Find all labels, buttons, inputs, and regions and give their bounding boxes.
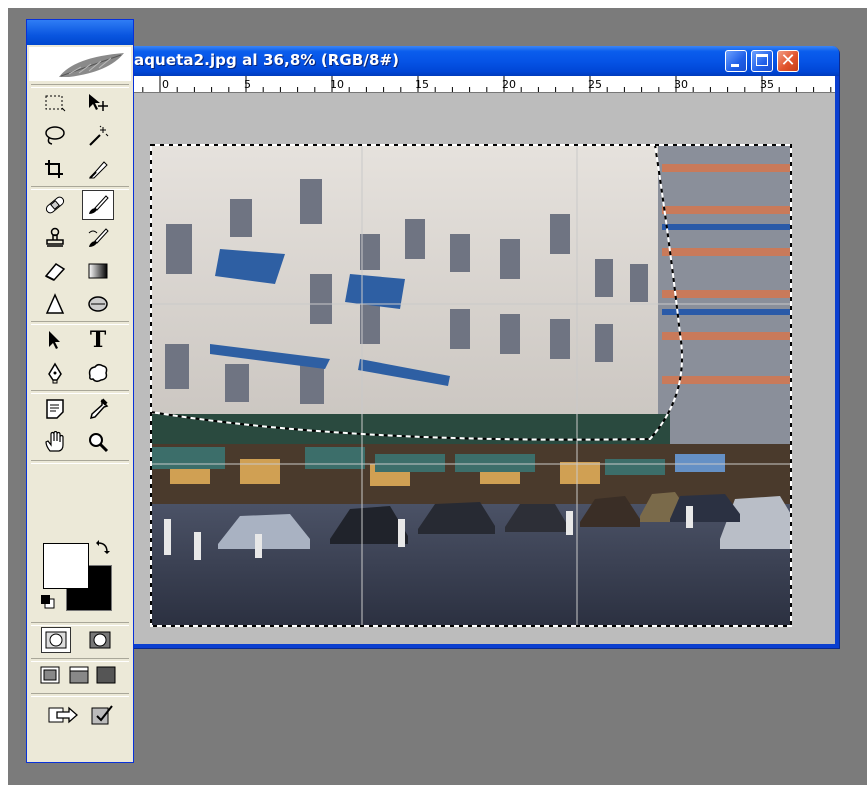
ruler-label-0: 0 <box>162 78 169 91</box>
swap-colors-icon[interactable] <box>95 540 111 556</box>
brush-tool[interactable] <box>82 190 114 220</box>
canvas-photo[interactable] <box>150 144 792 627</box>
type-tool-icon: T <box>89 327 107 353</box>
crop-tool[interactable] <box>39 154 71 184</box>
clone-stamp-tool-icon <box>46 227 64 247</box>
standard-screen-mode-icon <box>40 666 60 684</box>
lasso-tool-icon <box>45 126 65 145</box>
toolbox-separator <box>31 460 129 464</box>
default-colors-icon[interactable] <box>40 594 56 610</box>
ruler-label-35: 35 <box>760 78 774 91</box>
gradient-tool-icon <box>88 263 108 279</box>
slice-tool[interactable] <box>82 154 114 184</box>
lasso-tool[interactable] <box>39 121 71 151</box>
path-selection-tool-icon <box>49 331 60 349</box>
crop-tool-icon <box>45 160 63 178</box>
healing-brush-tool[interactable] <box>39 190 71 220</box>
jump-to-imageready-icon <box>48 706 78 724</box>
eyedropper-tool[interactable] <box>82 394 114 424</box>
quick-mask-mode-button[interactable] <box>85 627 115 653</box>
eraser-tool[interactable] <box>39 256 71 286</box>
standard-mode-button[interactable] <box>41 627 71 653</box>
document-window[interactable]: aqueta2.jpg al 36,8% (RGB/8#) ✕ 0 5 10 1… <box>127 46 839 648</box>
file-browser-icon <box>91 705 113 725</box>
horizontal-ruler[interactable]: 0 5 10 15 20 25 30 35 <box>131 76 835 93</box>
zoom-tool-icon <box>89 433 109 453</box>
rectangular-marquee-tool-icon <box>45 95 66 112</box>
healing-brush-tool-icon <box>45 196 65 214</box>
ruler-label-5: 5 <box>244 78 251 91</box>
rectangular-marquee-tool[interactable] <box>39 88 71 118</box>
history-brush-tool-icon <box>88 228 109 247</box>
dodge-tool[interactable] <box>82 289 114 319</box>
slice-tool-icon <box>88 161 108 179</box>
clone-stamp-tool[interactable] <box>39 223 71 253</box>
standard-screen-mode-button[interactable] <box>38 663 62 687</box>
blur-tool-icon <box>45 293 65 314</box>
photoshop-feather-logo[interactable] <box>29 47 131 81</box>
standard-mode-icon <box>45 631 67 649</box>
magic-wand-tool-icon <box>89 125 109 146</box>
file-browser-button[interactable] <box>87 701 117 729</box>
toolbox-separator <box>31 658 129 662</box>
ruler-scale: 0 5 10 15 20 25 30 35 <box>142 76 832 92</box>
feather-icon <box>59 53 124 77</box>
toolbox-separator <box>31 693 129 697</box>
eraser-tool-icon <box>44 263 66 281</box>
minimize-button[interactable] <box>725 50 747 72</box>
quick-mask-icon <box>89 631 111 649</box>
maximize-button[interactable] <box>751 50 773 72</box>
hand-tool[interactable] <box>39 427 71 457</box>
canvas-area[interactable] <box>131 93 835 644</box>
tools-palette[interactable]: T <box>26 19 134 763</box>
document-titlebar[interactable]: aqueta2.jpg al 36,8% (RGB/8#) ✕ <box>127 46 839 76</box>
brush-tool-icon <box>89 195 109 214</box>
full-screen-icon <box>96 666 116 684</box>
type-tool[interactable]: T <box>82 325 114 355</box>
ruler-label-25: 25 <box>588 78 602 91</box>
notes-tool[interactable] <box>39 394 71 424</box>
foreground-color-swatch[interactable] <box>43 543 89 589</box>
move-tool[interactable] <box>82 88 114 118</box>
full-screen-mode-button[interactable] <box>94 663 118 687</box>
document-body: 0 5 10 15 20 25 30 35 <box>131 76 835 644</box>
notes-tool-icon <box>46 399 64 419</box>
toolbox-separator <box>31 622 129 626</box>
eyedropper-tool-icon <box>89 398 109 420</box>
blur-tool[interactable] <box>39 289 71 319</box>
dodge-tool-icon <box>88 296 108 312</box>
pen-tool[interactable] <box>39 358 71 388</box>
close-button[interactable]: ✕ <box>777 50 799 72</box>
jump-to-imageready-button[interactable] <box>45 701 81 729</box>
move-tool-icon <box>89 94 108 111</box>
ruler-label-30: 30 <box>674 78 688 91</box>
magic-wand-tool[interactable] <box>82 121 114 151</box>
ruler-label-10: 10 <box>330 78 344 91</box>
ruler-label-20: 20 <box>502 78 516 91</box>
path-selection-tool[interactable] <box>39 325 71 355</box>
maximize-icon <box>756 54 768 66</box>
hand-tool-icon <box>45 431 64 452</box>
full-screen-menu-mode-button[interactable] <box>67 663 91 687</box>
history-brush-tool[interactable] <box>82 223 114 253</box>
zoom-tool[interactable] <box>82 427 114 457</box>
pen-tool-icon <box>48 362 62 384</box>
close-icon: ✕ <box>780 50 796 71</box>
document-title: aqueta2.jpg al 36,8% (RGB/8#) <box>134 51 400 69</box>
ruler-label-15: 15 <box>415 78 429 91</box>
tools-palette-header[interactable] <box>27 20 133 45</box>
full-screen-menu-icon <box>69 666 89 684</box>
custom-shape-tool-icon <box>88 363 108 383</box>
gradient-tool[interactable] <box>82 256 114 286</box>
minimize-icon <box>731 64 739 67</box>
custom-shape-tool[interactable] <box>82 358 114 388</box>
